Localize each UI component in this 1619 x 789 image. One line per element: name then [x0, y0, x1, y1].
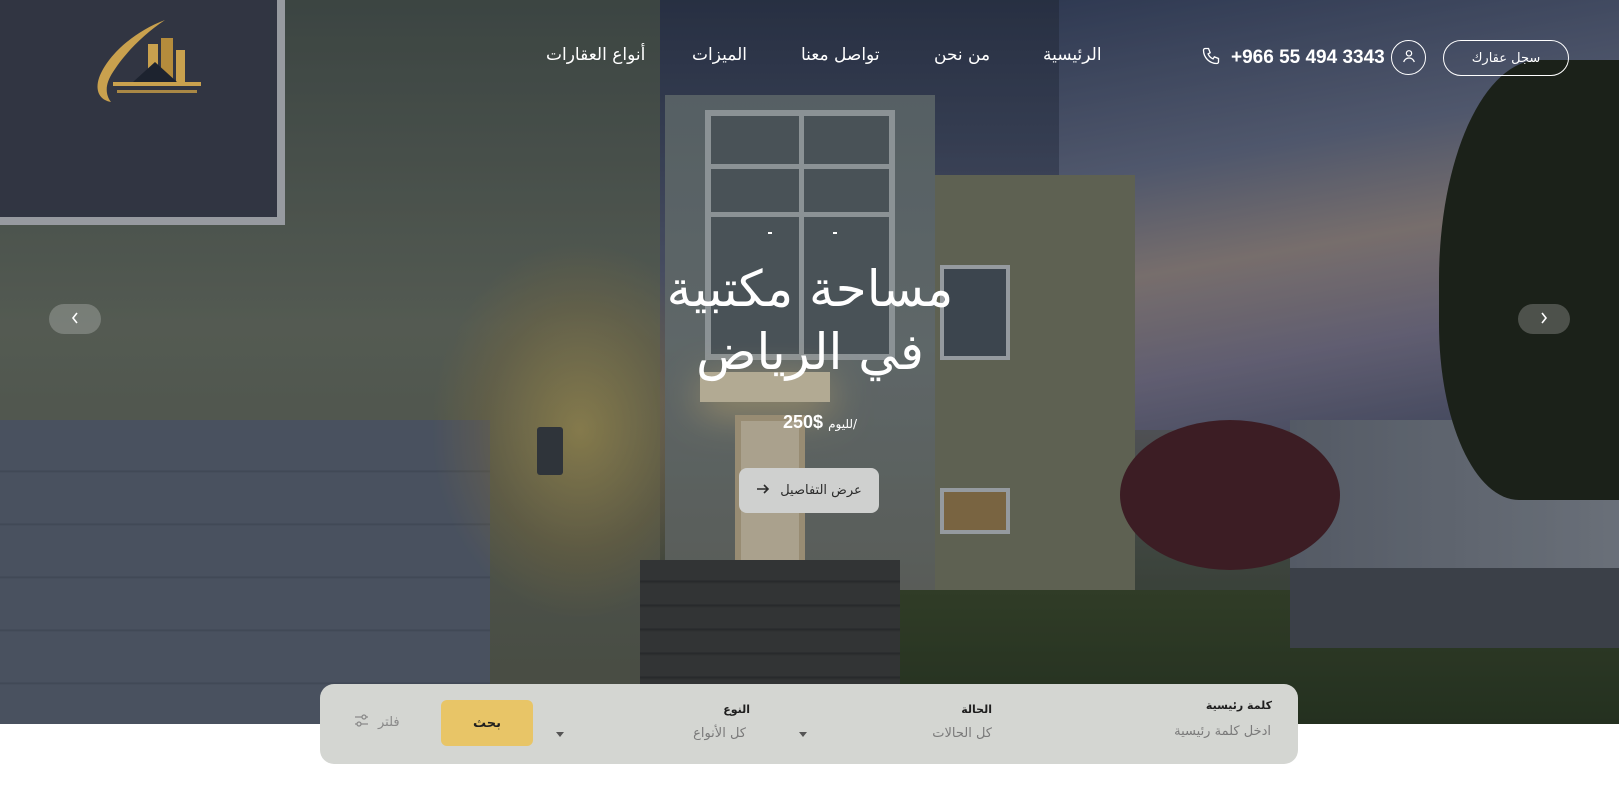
hero-title-line: مساحة مكتبية — [666, 260, 954, 318]
nav-features[interactable]: الميزات — [692, 45, 747, 65]
price-unit: /لليوم — [828, 417, 858, 431]
keyword-label: كلمة رئيسية — [1205, 699, 1272, 712]
nav-about[interactable]: من نحن — [934, 45, 990, 65]
phone-number: +966 55 494 3343 — [1231, 47, 1385, 68]
logo-mark — [97, 20, 201, 102]
filter-label: فلتر — [378, 715, 400, 730]
hero-price: /لليوم $250 — [740, 412, 900, 433]
chevron-down-icon[interactable] — [556, 732, 564, 737]
site-logo[interactable] — [93, 18, 205, 104]
slider-dot[interactable] — [768, 232, 772, 234]
hero-title-line: في الرياض — [696, 323, 924, 381]
slider-prev-button[interactable] — [49, 304, 101, 334]
arrow-right-icon — [756, 483, 770, 499]
nav-property-types[interactable]: أنواع العقارات — [546, 45, 645, 65]
nav-home[interactable]: الرئيسية — [1043, 45, 1102, 65]
status-select[interactable]: كل الحالات — [932, 726, 992, 741]
hero-section: الرئيسية من نحن تواصل معنا الميزات أنواع… — [0, 0, 1619, 724]
view-details-label: عرض التفاصيل — [780, 483, 862, 498]
header-phone[interactable]: +966 55 494 3343 — [1201, 46, 1385, 70]
status-label: الحالة — [961, 703, 992, 716]
sliders-icon — [354, 714, 369, 731]
register-property-button[interactable]: سجل عقارك — [1443, 40, 1569, 76]
chevron-left-icon — [70, 310, 80, 329]
type-select[interactable]: كل الأنواع — [693, 726, 746, 741]
search-button[interactable]: بحث — [441, 700, 533, 746]
account-button[interactable] — [1391, 40, 1426, 75]
chevron-right-icon — [1539, 310, 1549, 329]
phone-icon — [1201, 46, 1221, 70]
filter-button[interactable]: فلتر — [354, 714, 400, 731]
nav-contact[interactable]: تواصل معنا — [801, 45, 880, 65]
view-details-button[interactable]: عرض التفاصيل — [739, 468, 879, 513]
user-icon — [1401, 48, 1417, 68]
slider-next-button[interactable] — [1518, 304, 1570, 334]
type-label: النوع — [723, 703, 750, 716]
price-value: $250 — [782, 412, 824, 432]
keyword-input[interactable]: ادخل كلمة رئيسية — [1174, 724, 1271, 739]
hero-title: مساحة مكتبية في الرياض — [590, 258, 1030, 384]
chevron-down-icon[interactable] — [799, 732, 807, 737]
slider-dot[interactable] — [833, 232, 837, 234]
